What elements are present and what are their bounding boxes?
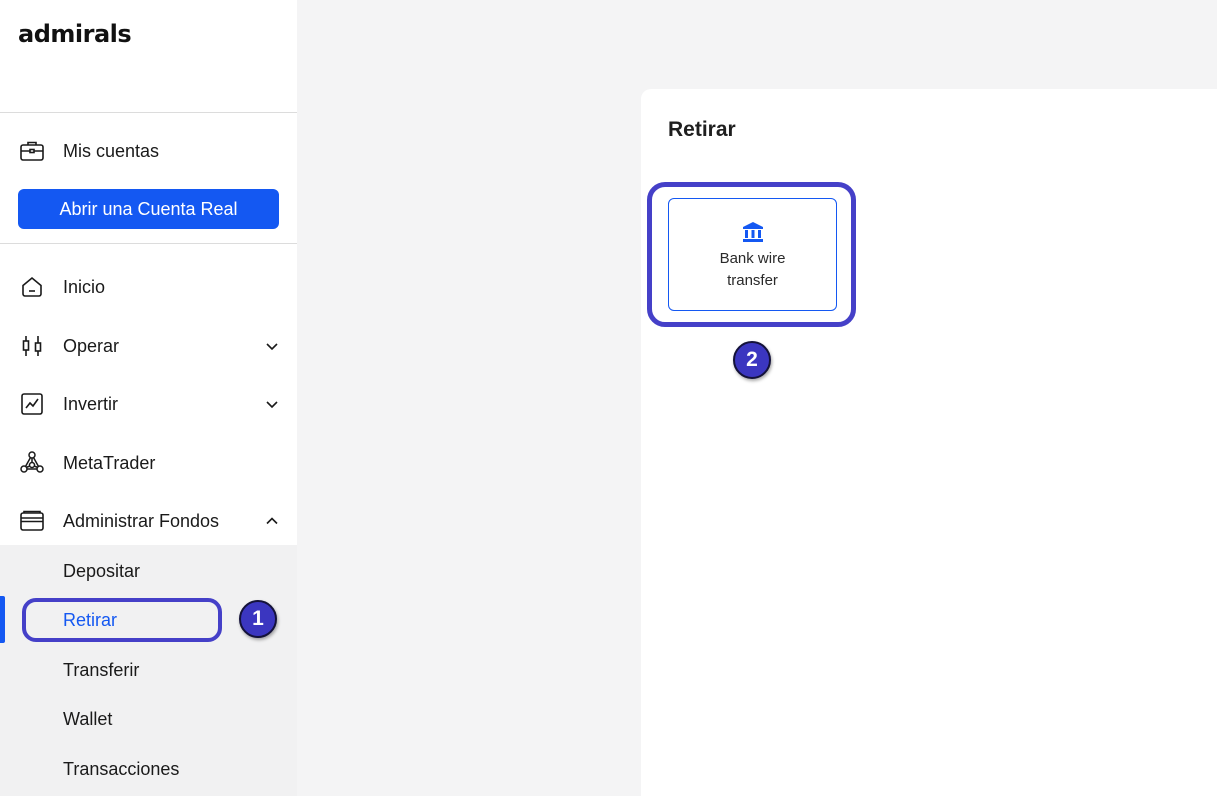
submenu-item-depositar[interactable]: Depositar xyxy=(0,551,297,591)
submenu-item-label: Retirar xyxy=(63,609,118,630)
chart-line-icon xyxy=(19,391,45,417)
submenu-item-label: Depositar xyxy=(63,560,141,581)
sidebar: admirals Mis cuentas Abrir una Cuenta Re… xyxy=(0,0,297,796)
step-badge-2: 2 xyxy=(733,341,771,379)
submenu-item-transferir[interactable]: Transferir xyxy=(0,650,297,690)
sidebar-item-label: Operar xyxy=(63,335,120,356)
sidebar-item-mis-cuentas[interactable]: Mis cuentas xyxy=(0,131,297,171)
sidebar-item-label: Mis cuentas xyxy=(63,140,160,161)
step-badge-1: 1 xyxy=(239,600,277,638)
wallet-icon xyxy=(19,508,45,534)
bank-icon xyxy=(742,221,764,243)
sidebar-item-label: Administrar Fondos xyxy=(63,510,220,531)
submenu-item-wallet[interactable]: Wallet xyxy=(0,699,297,739)
sidebar-item-inicio[interactable]: Inicio xyxy=(0,267,297,307)
submenu-item-label: Transacciones xyxy=(63,758,180,779)
page-title: Retirar xyxy=(668,118,736,141)
chevron-up-icon[interactable] xyxy=(264,513,280,529)
payment-method-label: Bank wire transfer xyxy=(719,250,786,289)
sidebar-item-label: Inicio xyxy=(63,276,106,297)
sidebar-divider xyxy=(0,112,297,113)
candlestick-icon xyxy=(19,333,45,359)
briefcase-icon xyxy=(19,138,45,164)
bank-wire-transfer-option[interactable]: Bank wire transfer xyxy=(668,198,837,311)
open-real-account-button[interactable]: Abrir una Cuenta Real xyxy=(18,189,279,229)
submenu-item-transacciones[interactable]: Transacciones xyxy=(0,749,297,789)
sidebar-item-label: Invertir xyxy=(63,393,119,414)
sidebar-item-label: MetaTrader xyxy=(63,452,156,473)
submenu-item-label: Wallet xyxy=(63,708,113,729)
home-icon xyxy=(19,274,45,300)
sidebar-item-invertir[interactable]: Invertir xyxy=(0,384,297,424)
sidebar-item-operar[interactable]: Operar xyxy=(0,326,297,366)
submenu-item-label: Transferir xyxy=(63,659,140,680)
active-indicator xyxy=(0,596,5,643)
sidebar-item-metatrader[interactable]: MetaTrader xyxy=(0,443,297,483)
withdraw-panel xyxy=(641,89,1217,796)
metatrader-icon xyxy=(19,450,45,476)
sidebar-divider xyxy=(0,243,297,244)
chevron-down-icon[interactable] xyxy=(264,396,280,412)
chevron-down-icon[interactable] xyxy=(264,338,280,354)
sidebar-item-administrar-fondos[interactable]: Administrar Fondos xyxy=(0,501,297,541)
funds-submenu: Depositar Retirar Transferir Wallet Tran… xyxy=(0,545,297,796)
admirals-logo[interactable]: admirals xyxy=(18,20,132,48)
